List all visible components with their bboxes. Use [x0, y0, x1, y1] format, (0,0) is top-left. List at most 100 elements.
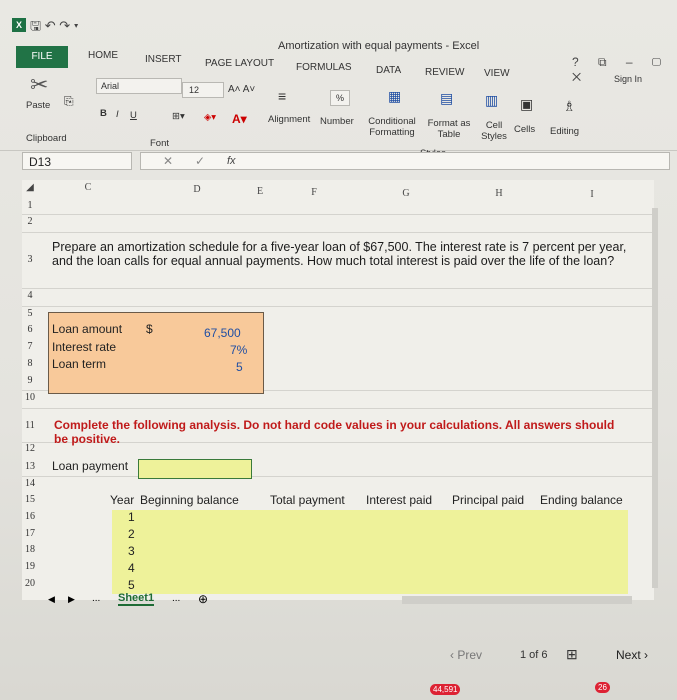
gridline: [22, 408, 654, 409]
conditional-formatting-button[interactable]: Conditional Formatting: [356, 116, 428, 138]
cells-icon[interactable]: ▣: [520, 96, 533, 113]
loan-term-label: Loan term: [52, 357, 107, 371]
header-beginning-balance: Beginning balance: [140, 493, 239, 507]
font-grow-icon[interactable]: A˄ A˅: [228, 84, 255, 95]
ribbon-tabs: FILE HOME INSERT PAGE LAYOUT FORMULAS DA…: [0, 46, 677, 84]
column-header-e[interactable]: E: [250, 184, 270, 200]
select-all-corner[interactable]: ◢: [22, 180, 38, 196]
customize-icon[interactable]: ▾: [74, 18, 79, 33]
year-4: 4: [128, 561, 135, 575]
fill-color-icon[interactable]: ◈▾: [204, 112, 216, 123]
mail-badge: 44,591: [430, 684, 461, 695]
row-header[interactable]: 4: [22, 290, 38, 301]
copy-icon[interactable]: ⎘: [64, 94, 74, 109]
row-header[interactable]: 12: [22, 443, 38, 454]
grid-icon[interactable]: ⊞: [566, 646, 578, 663]
row-header[interactable]: 16: [22, 511, 38, 522]
bold-button[interactable]: B: [100, 108, 107, 119]
excel-window: X 🖫 ↶ ↷ ▾ Amortization with equal paymen…: [0, 0, 677, 700]
number-button[interactable]: Number: [320, 116, 354, 127]
vertical-scrollbar[interactable]: [652, 208, 658, 588]
format-as-table-icon[interactable]: ▤: [440, 90, 453, 107]
horizontal-scrollbar[interactable]: [402, 596, 632, 604]
redo-icon[interactable]: ↷: [59, 18, 70, 33]
row-header[interactable]: 17: [22, 528, 38, 539]
cell-styles-button[interactable]: Cell Styles: [474, 120, 514, 142]
prev-button[interactable]: ‹ Prev: [450, 648, 482, 662]
function-icon[interactable]: fx: [227, 153, 236, 169]
font-group-label: Font: [150, 138, 170, 149]
more-sheets-left[interactable]: ...: [92, 593, 100, 604]
column-header-h[interactable]: H: [489, 186, 509, 202]
tab-insert[interactable]: INSERT: [145, 54, 182, 65]
conditional-formatting-icon[interactable]: ▦: [388, 88, 401, 105]
undo-icon[interactable]: ↶: [45, 18, 56, 33]
cut-icon[interactable]: ✂: [30, 72, 48, 98]
editing-button[interactable]: Editing: [550, 126, 579, 137]
instruction-text: Complete the following analysis. Do not …: [54, 418, 615, 446]
prev-label: Prev: [457, 648, 483, 662]
row-header[interactable]: 3: [22, 254, 38, 265]
schedule-answer-area[interactable]: [112, 510, 628, 594]
add-sheet-icon[interactable]: ⊕: [198, 592, 208, 606]
next-label: Next: [616, 648, 641, 662]
row-header[interactable]: 19: [22, 561, 38, 572]
next-button[interactable]: Next ›: [616, 648, 648, 662]
row-header[interactable]: 7: [22, 341, 38, 352]
interest-rate-value[interactable]: 7%: [230, 343, 247, 357]
name-box[interactable]: D13: [22, 152, 132, 170]
row-header[interactable]: 14: [22, 478, 38, 489]
row-header[interactable]: 11: [22, 420, 38, 431]
borders-icon[interactable]: ⊞▾: [172, 111, 185, 122]
scroll-left-icon[interactable]: ◀: [48, 594, 55, 605]
loan-amount-value[interactable]: 67,500: [204, 326, 241, 340]
formula-input[interactable]: ✕ ✓ fx: [140, 152, 670, 170]
gridline: [22, 476, 654, 477]
gridline: [22, 232, 654, 233]
row-header[interactable]: 5: [22, 308, 38, 319]
row-header[interactable]: 20: [22, 578, 38, 589]
editing-icon[interactable]: ♗: [563, 98, 576, 115]
row-header[interactable]: 2: [22, 216, 38, 227]
year-3: 3: [128, 544, 135, 558]
enter-icon[interactable]: ✓: [195, 153, 205, 169]
more-sheets-right[interactable]: ...: [172, 593, 180, 604]
cancel-icon[interactable]: ✕: [163, 153, 173, 169]
row-header[interactable]: 1: [22, 200, 38, 211]
row-header[interactable]: 13: [22, 461, 38, 472]
alignment-button[interactable]: Alignment: [268, 114, 310, 125]
tab-home[interactable]: HOME: [88, 50, 118, 61]
header-total-payment: Total payment: [270, 493, 345, 507]
font-size-select[interactable]: 12: [182, 82, 224, 98]
save-icon[interactable]: 🖫: [30, 18, 41, 33]
paste-button[interactable]: Paste: [26, 100, 50, 111]
column-header-g[interactable]: G: [396, 186, 416, 202]
italic-button[interactable]: I: [116, 109, 119, 120]
underline-button[interactable]: U: [130, 110, 137, 121]
font-color-icon[interactable]: A▾: [232, 112, 247, 126]
percent-icon[interactable]: %: [330, 90, 350, 106]
cells-button[interactable]: Cells: [514, 124, 535, 135]
spreadsheet-grid[interactable]: ◢ C D E F G H I 1 2 3 4 5 6 7 8 9 10 11 …: [22, 180, 658, 600]
column-header-f[interactable]: F: [304, 185, 324, 201]
column-header-i[interactable]: I: [582, 187, 602, 203]
row-header[interactable]: 6: [22, 324, 38, 335]
row-header[interactable]: 18: [22, 544, 38, 555]
alignment-icon[interactable]: ≡: [278, 88, 286, 104]
row-header[interactable]: 10: [22, 392, 38, 403]
scroll-right-icon[interactable]: ▶: [68, 594, 75, 605]
loan-term-value[interactable]: 5: [236, 360, 243, 374]
row-header[interactable]: 9: [22, 375, 38, 386]
row-header[interactable]: 8: [22, 358, 38, 369]
loan-payment-input[interactable]: [138, 459, 252, 479]
column-header-c[interactable]: C: [78, 180, 98, 196]
sheet-tab-sheet1[interactable]: Sheet1: [118, 592, 155, 606]
cell-styles-icon[interactable]: ▥: [485, 92, 498, 109]
tab-file[interactable]: FILE: [16, 46, 68, 68]
excel-app-icon: X: [12, 18, 26, 32]
format-as-table-button[interactable]: Format as Table: [426, 118, 472, 140]
tab-page-layout[interactable]: PAGE LAYOUT: [205, 58, 274, 69]
font-name-select[interactable]: Arial: [96, 78, 182, 94]
row-header[interactable]: 15: [22, 494, 38, 505]
column-header-d[interactable]: D: [187, 182, 207, 198]
